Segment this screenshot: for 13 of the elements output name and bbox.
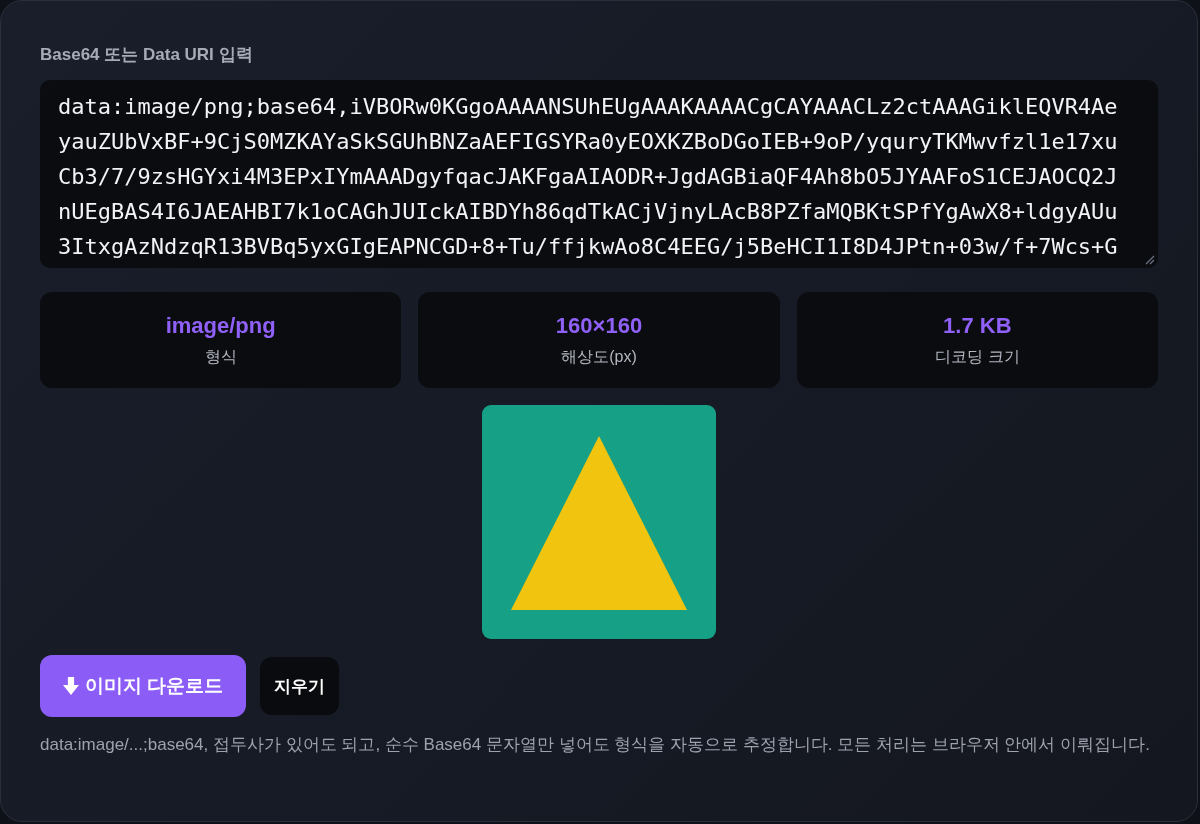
resize-handle-icon[interactable] bbox=[1145, 255, 1155, 265]
stat-value: 1.7 KB bbox=[943, 312, 1012, 340]
base64-input-field[interactable]: data:image/png;base64,iVBORw0KGgoAAAANSUhEUgAAAKAAAACgCAYAAACLz2ctAAAGiklEQVR4AeyauZUbVxBF+9CjS0MZKAYaSkSGUhBNZaAEFIGSYRa0yEOXKZBoDGoIEB+9oP/yquryTKMwvfzl1e17xuCb3/7/9zsHGYxi4M3EPxIYmAAADgyfqacJAKFgaAIAODR+JgdAGBiaQF4Ah8bO5JYAAFoS1CEJAOCQ2JnUEgBAS4I6JAEAHBI7k1oCAGhJUIckAIBDYh86qdTkACjVjnyLAcB8PZfaMQBKtSPfYgAwX8+ldgyAUu3ItxgAzNdzqR13BVBq5yxGIgEAPNCGD+8+Tu/ffjkwAo8C4EEG/j5BeHCI1I8D4JPtn+03w/f+7Wcs+G bbox=[40, 80, 1158, 268]
stat-value: 160×160 bbox=[555, 312, 643, 340]
hint-text: data:image/...;base64, 접두사가 있어도 되고, 순수 Base64 문자열만 넣어도 형식을 자동으로 추정합니다. 모든 처리는 브라우저 안에서 이뤄집니다. bbox=[40, 734, 1151, 756]
clear-button[interactable]: 지우기 bbox=[260, 657, 340, 715]
stat-value: image/png bbox=[165, 312, 276, 340]
download-button[interactable]: 이미지 다운로드 bbox=[40, 655, 247, 717]
download-arrow-icon bbox=[63, 677, 79, 695]
stat-label: 디코딩 크기 bbox=[935, 347, 1020, 367]
stat-label: 해상도(px) bbox=[561, 347, 637, 367]
input-label: Base64 또는 Data URI 입력 bbox=[40, 44, 254, 66]
stat-label: 형식 bbox=[204, 347, 237, 367]
